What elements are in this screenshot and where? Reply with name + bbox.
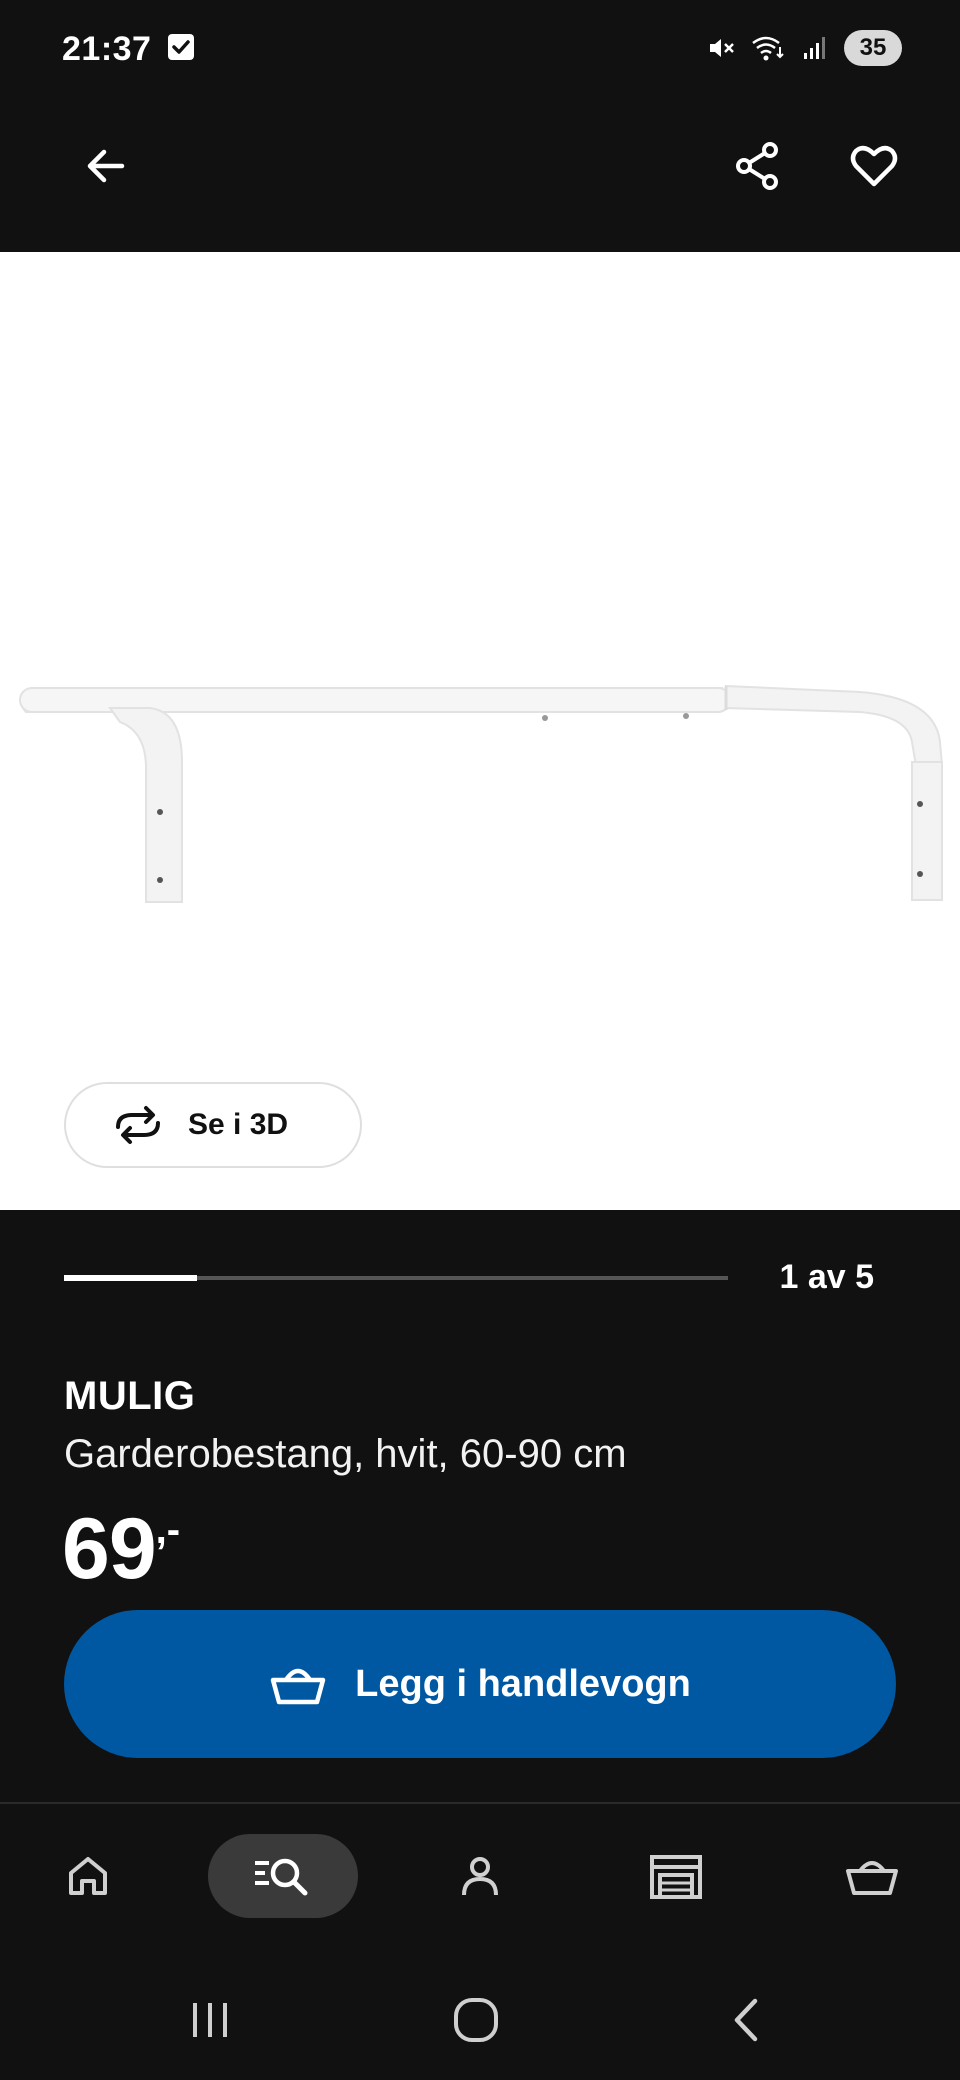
bottom-navigation [0, 1804, 960, 1952]
home-system-button[interactable] [436, 1980, 516, 2060]
nav-profile[interactable] [432, 1834, 528, 1918]
heart-icon [850, 145, 898, 187]
view-3d-button[interactable]: Se i 3D [64, 1082, 362, 1168]
favorite-button[interactable] [834, 126, 914, 206]
nav-search[interactable] [208, 1834, 358, 1918]
checkbox-notification-icon [168, 34, 194, 60]
battery-indicator: 35 [844, 30, 902, 66]
profile-icon [462, 1857, 498, 1896]
wifi-icon [752, 36, 784, 61]
product-name: MULIG [64, 1374, 196, 1418]
image-counter: 1 av 5 [779, 1258, 874, 1296]
price-integer: 69 [62, 1501, 157, 1597]
rotate-3d-icon [116, 1106, 160, 1144]
search-icon [255, 1858, 308, 1896]
home-circle-icon [454, 1998, 498, 2042]
add-to-cart-button[interactable]: Legg i handlevogn [64, 1610, 896, 1758]
basket-icon [270, 1668, 326, 1705]
price-suffix: ,- [155, 1508, 181, 1552]
back-icon [734, 1998, 758, 2042]
share-button[interactable] [718, 126, 798, 206]
recents-icon [193, 2003, 227, 2037]
product-gallery[interactable]: Se i 3D [0, 252, 960, 1210]
home-icon [69, 1857, 107, 1895]
status-time: 21:37 [62, 30, 152, 68]
add-to-cart-label: Legg i handlevogn [355, 1662, 691, 1705]
signal-icon [804, 37, 825, 59]
product-image [19, 684, 944, 903]
gallery-progress-fill [64, 1275, 197, 1281]
nav-cart[interactable] [824, 1834, 920, 1918]
mute-icon [710, 39, 734, 57]
back-button[interactable] [66, 126, 146, 206]
system-navigation [0, 1952, 960, 2080]
product-price: 69 ,- [62, 1506, 180, 1592]
back-system-button[interactable] [708, 1980, 788, 2060]
cart-icon [846, 1861, 898, 1895]
share-icon [736, 142, 778, 190]
recents-button[interactable] [170, 1980, 250, 2060]
nav-store[interactable] [628, 1834, 724, 1918]
view-3d-label: Se i 3D [188, 1108, 289, 1141]
product-description: Garderobestang, hvit, 60-90 cm [64, 1432, 627, 1476]
store-icon [650, 1855, 702, 1899]
status-bar: 21:37 35 [0, 0, 960, 100]
back-arrow-icon [87, 149, 125, 183]
nav-home[interactable] [40, 1834, 136, 1918]
status-icons: 35 [706, 28, 902, 68]
gallery-progress [64, 1275, 728, 1281]
